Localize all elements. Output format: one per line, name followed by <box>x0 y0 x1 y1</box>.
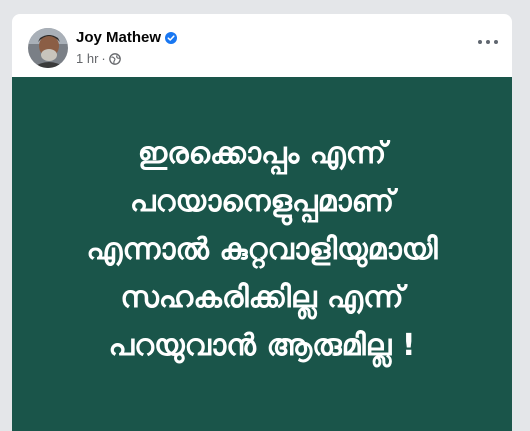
post-image[interactable]: ഇരക്കൊപ്പം എന്ന് പറയാനെളുപ്പമാണ് എന്നാൽ … <box>12 77 512 431</box>
verified-badge-icon <box>165 31 178 44</box>
post-header: Joy Mathew 1 hr · <box>12 14 512 77</box>
author-line: Joy Mathew <box>76 29 178 46</box>
avatar[interactable] <box>28 28 68 68</box>
post-meta: 1 hr · <box>76 51 121 66</box>
image-text-line: എന്നാൽ കുറ്റവാളിയുമായി <box>86 232 438 267</box>
more-dot <box>494 40 498 44</box>
image-text-line: ഇരക്കൊപ്പം എന്ന് <box>137 136 387 171</box>
globe-icon[interactable] <box>108 52 121 65</box>
more-dot <box>486 40 490 44</box>
image-text-line: സഹകരിക്കില്ല എന്ന് <box>120 280 404 315</box>
post-card: Joy Mathew 1 hr · ഇരക്കൊപ്പം എന്ന് പറയാന… <box>12 14 512 431</box>
more-dot <box>478 40 482 44</box>
post-image-text: ഇരക്കൊപ്പം എന്ന് പറയാനെളുപ്പമാണ് എന്നാൽ … <box>86 130 437 370</box>
meta-separator: · <box>101 51 106 66</box>
image-text-line: പറയാനെളുപ്പമാണ് <box>129 184 395 219</box>
post-timestamp[interactable]: 1 hr <box>76 51 98 66</box>
more-options-icon[interactable] <box>478 36 498 48</box>
author-name[interactable]: Joy Mathew <box>76 29 161 46</box>
image-text-line: പറയുവാൻ ആരുമില്ല ! <box>108 328 416 363</box>
